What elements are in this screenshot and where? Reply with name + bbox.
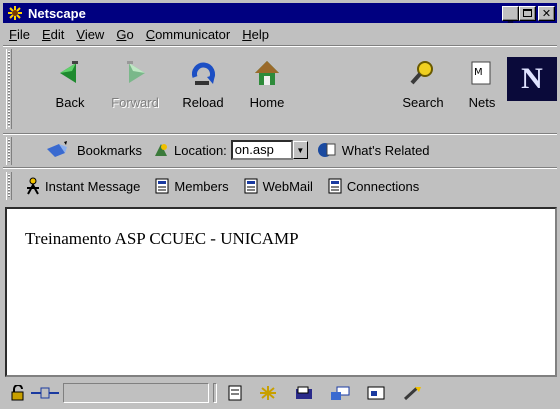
forward-arrow-icon xyxy=(127,61,145,83)
back-button[interactable]: Back xyxy=(40,55,100,125)
ai-component-icon[interactable] xyxy=(401,385,423,401)
instant-message-button[interactable]: Instant Message xyxy=(25,177,140,195)
netscape-component-icon[interactable] xyxy=(257,385,279,401)
navigator-component-icon[interactable] xyxy=(227,385,243,401)
connections-button[interactable]: Connections xyxy=(327,178,419,194)
search-button[interactable]: Search xyxy=(393,55,453,125)
location-separator xyxy=(3,167,557,169)
netscape-page-icon: M xyxy=(471,61,491,85)
menu-bar: File Edit View Go Communicator Help xyxy=(3,24,557,44)
menu-edit[interactable]: Edit xyxy=(36,27,70,42)
location-input[interactable]: on.asp xyxy=(230,140,293,160)
netscape-app-icon xyxy=(6,5,24,21)
location-toolbar: Bookmarks Location: on.asp ▼ What's Rela… xyxy=(3,135,557,167)
webmail-button[interactable]: WebMail xyxy=(243,178,313,194)
menu-file[interactable]: File xyxy=(3,27,36,42)
back-arrow-icon xyxy=(60,61,78,83)
my-netscape-button[interactable]: M Nets xyxy=(459,55,505,125)
mail-component-icon[interactable] xyxy=(293,385,315,401)
forward-button[interactable]: Forward xyxy=(105,55,165,125)
menu-help[interactable]: Help xyxy=(236,27,275,42)
home-button[interactable]: Home xyxy=(237,55,297,125)
bookmarks-button[interactable]: Bookmarks xyxy=(45,141,142,159)
window-title: Netscape xyxy=(28,5,86,21)
page-icon xyxy=(155,178,169,194)
reload-icon xyxy=(192,62,215,85)
discussion-component-icon[interactable] xyxy=(329,385,351,401)
page-content[interactable]: Treinamento ASP CCUEC - UNICAMP xyxy=(5,207,557,377)
menu-view[interactable]: View xyxy=(70,27,110,42)
toolbar-grip[interactable] xyxy=(6,172,12,200)
location-label: Location: xyxy=(152,141,227,159)
toolbar-grip[interactable] xyxy=(6,49,12,129)
whats-related-button[interactable]: What's Related xyxy=(316,141,430,159)
personal-toolbar: Instant Message Members WebMail Connecti… xyxy=(3,170,557,202)
members-button[interactable]: Members xyxy=(154,178,229,194)
toolbar-grip[interactable] xyxy=(6,137,12,165)
close-button[interactable]: ✕ xyxy=(538,5,555,21)
menu-go[interactable]: Go xyxy=(110,27,139,42)
minimize-button[interactable]: _ xyxy=(502,5,519,22)
page-icon xyxy=(328,178,342,194)
security-lock-icon[interactable] xyxy=(9,385,27,401)
progress-bar xyxy=(213,383,217,403)
whats-related-icon xyxy=(317,143,336,157)
title-bar: Netscape _ ✕ xyxy=(3,3,557,23)
netscape-logo-throbber[interactable]: N xyxy=(507,57,557,101)
browser-window: Netscape _ ✕ File Edit View Go Communica… xyxy=(0,0,560,409)
composer-component-icon[interactable] xyxy=(365,385,387,401)
page-text: Treinamento ASP CCUEC - UNICAMP xyxy=(25,229,299,248)
home-icon xyxy=(255,61,279,85)
instant-message-icon xyxy=(27,177,39,195)
status-bar xyxy=(3,380,557,406)
location-dropdown-button[interactable]: ▼ xyxy=(292,141,308,159)
page-icon xyxy=(244,178,258,194)
navigation-toolbar: Back Forward Reload Home Search M Nets N xyxy=(3,47,557,133)
location-icon xyxy=(155,144,168,156)
status-text-field xyxy=(63,383,209,403)
search-icon xyxy=(410,61,433,85)
svg-text:M: M xyxy=(474,67,483,78)
menu-communicator[interactable]: Communicator xyxy=(140,27,237,42)
connection-status-icon xyxy=(31,387,59,399)
reload-button[interactable]: Reload xyxy=(173,55,233,125)
maximize-button[interactable] xyxy=(519,5,536,21)
bookmarks-icon xyxy=(47,141,67,157)
